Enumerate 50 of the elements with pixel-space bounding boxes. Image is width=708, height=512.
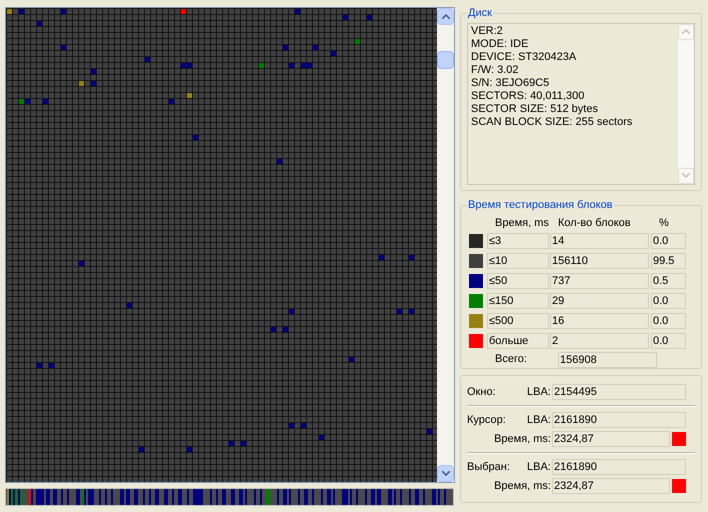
count-field: 2 <box>550 332 649 348</box>
lba-field: 2161890 <box>552 459 686 475</box>
percent-field: 0.0 <box>651 312 686 328</box>
position-label: Выбран: <box>467 460 511 475</box>
column-header: % <box>659 216 669 232</box>
total-field: 156908 <box>558 352 657 368</box>
count-field: 29 <box>550 292 649 308</box>
position-label: Окно: <box>467 384 497 400</box>
scroll-up-button[interactable] <box>437 8 454 25</box>
field-label: LBA: <box>527 460 552 475</box>
lba-field: 2161890 <box>552 412 686 428</box>
scroll-down-button[interactable] <box>437 465 454 482</box>
field-label: Время, ms: <box>493 432 552 447</box>
percent-field: 99.5 <box>651 252 686 268</box>
percent-field: 0.0 <box>651 332 686 348</box>
field-label: Время, ms: <box>493 478 552 494</box>
total-label: Всего: <box>495 352 528 368</box>
count-field: 16 <box>550 312 649 328</box>
column-header: Время, ms <box>495 216 550 232</box>
count-field: 14 <box>550 232 649 248</box>
percent-field: 0.5 <box>651 272 686 288</box>
info-line: S/N: 3EJO69C5 <box>471 76 550 90</box>
info-line: SCAN BLOCK SIZE: 255 sectors <box>471 116 634 128</box>
scroll-thumb[interactable] <box>437 51 454 69</box>
info-line: DEVICE: ST320423A <box>471 50 578 64</box>
time-field: больше <box>487 332 549 348</box>
time-field: ≤500 <box>487 312 549 328</box>
info-line: F/W: 3.02 <box>471 64 520 76</box>
lba-field: 2154495 <box>552 384 686 400</box>
column-header: Кол-во блоков <box>558 216 632 232</box>
percent-field: 0.0 <box>651 232 686 248</box>
field-label: LBA: <box>527 384 552 400</box>
count-field: 156110 <box>550 252 649 268</box>
info-line: SECTORS: 40,011,300 <box>471 90 586 102</box>
position-label: Курсор: <box>467 412 507 428</box>
count-field: 737 <box>550 272 649 288</box>
time-field: ≤50 <box>487 272 549 288</box>
time-field: 2324,87 <box>552 478 670 494</box>
time-field: ≤150 <box>487 292 549 308</box>
time-field: 2324,87 <box>552 431 670 447</box>
info-line: MODE: IDE <box>471 38 530 50</box>
scrollbar[interactable] <box>437 8 454 482</box>
percent-field: 0.0 <box>651 292 686 308</box>
info-line: VER:2 <box>471 24 504 38</box>
info-line: SECTOR SIZE: 512 bytes <box>471 102 599 116</box>
time-field: ≤10 <box>487 252 549 268</box>
group-title: Время тестирования блоков <box>467 198 614 213</box>
field-label: LBA: <box>527 412 552 428</box>
group-title: Диск <box>467 6 493 21</box>
time-field: ≤3 <box>487 232 549 248</box>
